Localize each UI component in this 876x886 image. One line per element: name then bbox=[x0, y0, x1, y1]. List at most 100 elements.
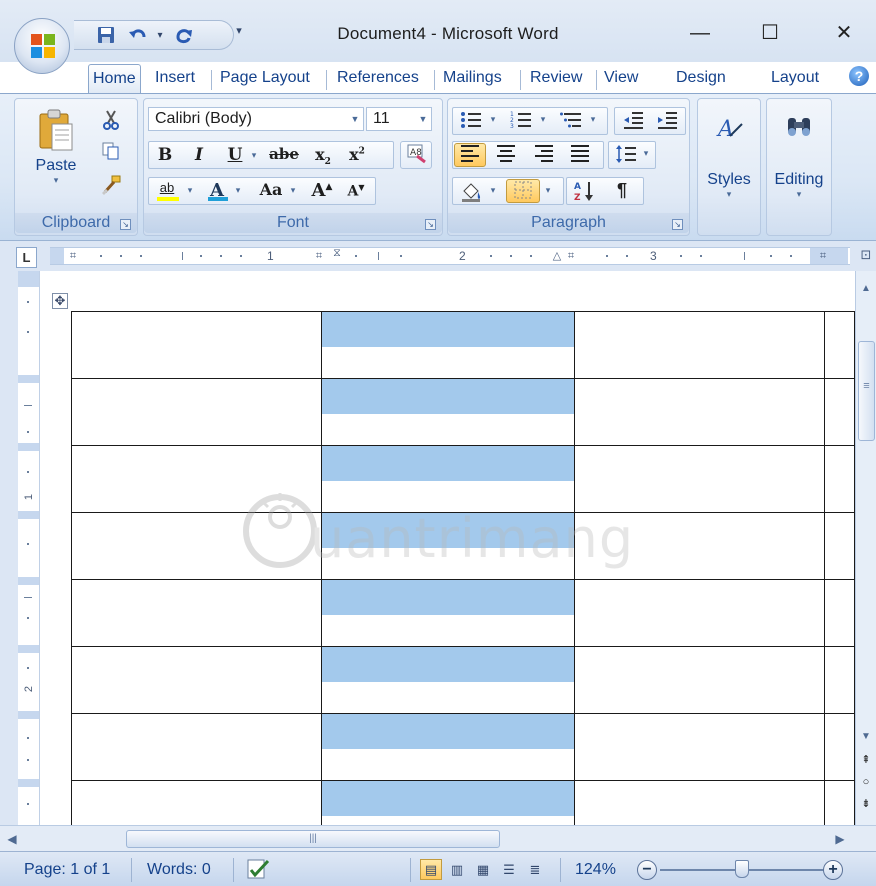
table-cell[interactable] bbox=[573, 378, 826, 446]
scroll-down-arrow-icon[interactable]: ▼ bbox=[859, 731, 873, 745]
increase-indent-icon[interactable] bbox=[652, 109, 682, 133]
document-table[interactable] bbox=[70, 311, 855, 825]
column-marker-icon[interactable]: ⌗ bbox=[66, 249, 80, 263]
draft-view-icon[interactable]: ≣ bbox=[524, 859, 546, 880]
table-cell[interactable] bbox=[824, 713, 855, 781]
office-button[interactable] bbox=[14, 18, 70, 74]
table-cell[interactable] bbox=[824, 646, 855, 714]
column-marker-icon[interactable]: ⌗ bbox=[816, 249, 830, 263]
tab-view[interactable]: View bbox=[600, 64, 642, 94]
table-cell[interactable] bbox=[824, 378, 855, 446]
justify-icon[interactable] bbox=[564, 143, 596, 167]
proofing-icon[interactable] bbox=[244, 858, 274, 882]
table-cell[interactable] bbox=[70, 378, 323, 446]
previous-page-icon[interactable]: ⇞ bbox=[860, 753, 872, 767]
table-cell[interactable] bbox=[573, 579, 826, 647]
paste-button[interactable]: Paste ▾ bbox=[19, 103, 93, 203]
cut-icon[interactable] bbox=[99, 109, 123, 131]
table-cell[interactable] bbox=[70, 512, 323, 580]
next-page-icon[interactable]: ⇟ bbox=[860, 797, 872, 811]
borders-icon[interactable] bbox=[506, 179, 540, 203]
highlight-button[interactable]: ab bbox=[152, 179, 182, 203]
tab-page-layout[interactable]: Page Layout bbox=[216, 64, 314, 94]
tab-insert[interactable]: Insert bbox=[151, 64, 199, 94]
strikethrough-button[interactable]: abe bbox=[264, 144, 304, 166]
styles-dropdown-icon[interactable]: ▾ bbox=[701, 189, 757, 200]
format-painter-icon[interactable] bbox=[99, 173, 123, 197]
multilevel-dropdown-icon[interactable]: ▾ bbox=[588, 113, 598, 129]
grow-font-button[interactable]: A▲ bbox=[308, 179, 336, 203]
font-color-dropdown-icon[interactable]: ▾ bbox=[232, 184, 244, 200]
word-count[interactable]: Words: 0 bbox=[147, 861, 211, 879]
minimize-button[interactable]: — bbox=[680, 18, 720, 48]
table-cell[interactable] bbox=[321, 579, 575, 647]
font-color-button[interactable]: A bbox=[204, 179, 230, 203]
horizontal-ruler[interactable]: ⌗ 1 ⌗ ⧖ 2 △ ⌗ 3 ⌗ bbox=[50, 247, 850, 265]
zoom-out-icon[interactable]: − bbox=[637, 860, 657, 880]
view-ruler-icon[interactable]: ⊡ bbox=[857, 247, 875, 265]
font-size-dropdown-icon[interactable]: ▼ bbox=[415, 108, 431, 130]
tab-review[interactable]: Review bbox=[526, 64, 586, 94]
horizontal-scrollbar[interactable]: ◀ ||| ▶ bbox=[0, 825, 876, 851]
font-name-combo[interactable]: Calibri (Body) ▼ bbox=[148, 107, 364, 131]
change-case-button[interactable]: Aa bbox=[254, 179, 288, 203]
table-cell[interactable] bbox=[824, 311, 855, 379]
table-cell[interactable] bbox=[70, 780, 323, 825]
multilevel-list-icon[interactable] bbox=[556, 109, 586, 133]
shading-dropdown-icon[interactable]: ▾ bbox=[488, 184, 498, 200]
shrink-font-button[interactable]: A▼ bbox=[342, 181, 370, 203]
table-cell[interactable] bbox=[70, 713, 323, 781]
tab-layout[interactable]: Layout bbox=[767, 64, 823, 94]
table-cell[interactable] bbox=[573, 780, 826, 825]
align-center-icon[interactable] bbox=[490, 143, 522, 167]
table-cell[interactable] bbox=[824, 780, 855, 825]
table-cell[interactable] bbox=[573, 713, 826, 781]
tab-design[interactable]: Design bbox=[672, 64, 730, 94]
scroll-up-arrow-icon[interactable]: ▲ bbox=[859, 283, 873, 297]
tab-home[interactable]: Home bbox=[88, 64, 141, 94]
page-count[interactable]: Page: 1 of 1 bbox=[24, 861, 110, 879]
table-cell[interactable] bbox=[321, 713, 575, 781]
numbering-icon[interactable]: 123 bbox=[506, 109, 536, 133]
styles-button[interactable]: A Styles ▾ bbox=[700, 103, 758, 215]
underline-dropdown-icon[interactable]: ▾ bbox=[248, 149, 260, 165]
table-cell[interactable] bbox=[824, 445, 855, 513]
table-cell[interactable] bbox=[70, 311, 323, 379]
tab-mailings[interactable]: Mailings bbox=[439, 64, 506, 94]
highlight-dropdown-icon[interactable]: ▾ bbox=[184, 184, 196, 200]
table-cell[interactable] bbox=[70, 646, 323, 714]
editing-button[interactable]: Editing ▾ bbox=[769, 103, 829, 215]
zoom-level[interactable]: 124% bbox=[575, 861, 616, 879]
tab-references[interactable]: References bbox=[333, 64, 423, 94]
editing-dropdown-icon[interactable]: ▾ bbox=[770, 189, 828, 200]
full-screen-reading-view-icon[interactable]: ▥ bbox=[446, 859, 468, 880]
table-cell[interactable] bbox=[321, 512, 575, 580]
paragraph-launcher-icon[interactable]: ↘ bbox=[672, 219, 683, 230]
change-case-dropdown-icon[interactable]: ▾ bbox=[288, 184, 298, 200]
table-cell[interactable] bbox=[321, 780, 575, 825]
tab-selector[interactable]: L bbox=[16, 247, 37, 268]
table-cell[interactable] bbox=[573, 311, 826, 379]
table-cell[interactable] bbox=[824, 579, 855, 647]
font-size-combo[interactable]: 11 ▼ bbox=[366, 107, 432, 131]
horizontal-scroll-thumb[interactable]: ||| bbox=[126, 830, 500, 848]
table-cell[interactable] bbox=[824, 512, 855, 580]
web-layout-view-icon[interactable]: ▦ bbox=[472, 859, 494, 880]
table-cell[interactable] bbox=[573, 445, 826, 513]
clear-formatting-icon[interactable]: A8 bbox=[400, 141, 432, 169]
sort-icon[interactable]: AZ bbox=[568, 179, 600, 203]
table-cell[interactable] bbox=[321, 646, 575, 714]
zoom-slider-thumb[interactable] bbox=[735, 860, 749, 878]
indent-marker-icon[interactable]: △ bbox=[550, 249, 564, 263]
indent-marker-icon[interactable]: ⧖ bbox=[330, 246, 344, 264]
print-layout-view-icon[interactable]: ▤ bbox=[420, 859, 442, 880]
bold-button[interactable]: B bbox=[152, 144, 178, 166]
shading-icon[interactable] bbox=[456, 179, 486, 203]
table-move-handle-icon[interactable]: ✥ bbox=[52, 293, 68, 309]
vertical-ruler[interactable]: 1 2 bbox=[18, 271, 40, 825]
bullets-icon[interactable] bbox=[456, 109, 486, 133]
clipboard-launcher-icon[interactable]: ↘ bbox=[120, 219, 131, 230]
table-cell[interactable] bbox=[321, 311, 575, 379]
column-marker-icon[interactable]: ⌗ bbox=[564, 249, 578, 263]
column-marker-icon[interactable]: ⌗ bbox=[312, 249, 326, 263]
